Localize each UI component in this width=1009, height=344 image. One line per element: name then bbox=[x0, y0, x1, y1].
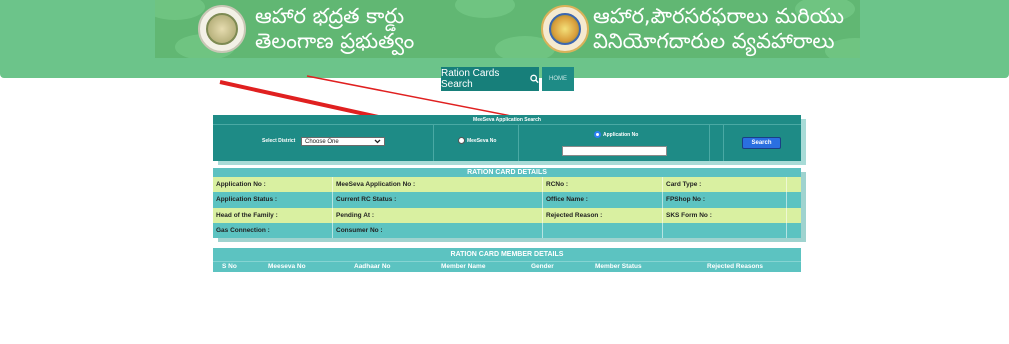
table-row: Application No : MeeSeva Application No … bbox=[213, 177, 801, 193]
details-cell bbox=[787, 208, 801, 223]
details-cell bbox=[787, 223, 801, 238]
details-cell: SKS Form No : bbox=[663, 207, 787, 223]
details-cell bbox=[663, 222, 787, 238]
member-details-title: RATION CARD MEMBER DETAILS bbox=[213, 248, 801, 262]
header-banner: ఆహార భద్రత కార్డు తెలంగాణ ప్రభుత్వం ఆహార… bbox=[155, 0, 860, 58]
search-panel-heading: MeeSeva Application Search bbox=[213, 115, 801, 125]
column-header: Gender bbox=[531, 263, 554, 270]
ration-card-details-table: RATION CARD DETAILS Application No : Mee… bbox=[213, 168, 801, 238]
table-row: Head of the Family : Pending At : Reject… bbox=[213, 207, 801, 223]
column-header: Meeseva No bbox=[268, 263, 306, 270]
search-button[interactable]: Search bbox=[742, 137, 781, 149]
details-cell bbox=[543, 222, 663, 238]
district-select[interactable]: Choose One bbox=[301, 137, 385, 146]
meeseva-no-radio[interactable] bbox=[458, 137, 465, 144]
details-cell: Rejected Reason : bbox=[543, 207, 663, 223]
details-cell: Card Type : bbox=[663, 177, 787, 193]
application-no-input[interactable] bbox=[562, 146, 667, 156]
right-title-line2: వినియోగదారుల వ్యవహారాలు bbox=[593, 29, 835, 53]
table-row: Application Status : Current RC Status :… bbox=[213, 192, 801, 208]
civil-supplies-logo-icon bbox=[541, 5, 589, 53]
details-cell: Office Name : bbox=[543, 192, 663, 208]
details-title: RATION CARD DETAILS bbox=[213, 168, 801, 177]
left-title-line1: ఆహార భద్రత కార్డు bbox=[255, 4, 405, 28]
details-cell: FPShop No : bbox=[663, 192, 787, 208]
details-cell: Application No : bbox=[213, 177, 333, 193]
column-header: S No bbox=[222, 263, 237, 270]
details-cell: Head of the Family : bbox=[213, 207, 333, 223]
ration-cards-search-label: Ration Cards Search bbox=[441, 68, 500, 90]
application-no-radio-label: Application No bbox=[603, 132, 639, 138]
ration-cards-search-button[interactable]: Ration Cards Search bbox=[441, 67, 539, 91]
home-label: HOME bbox=[549, 76, 567, 82]
column-header: Aadhaar No bbox=[354, 263, 391, 270]
member-details-table: RATION CARD MEMBER DETAILS S No Meeseva … bbox=[213, 248, 801, 272]
telangana-state-emblem-icon bbox=[198, 5, 246, 53]
details-cell bbox=[787, 177, 801, 192]
column-header: Member Name bbox=[441, 263, 486, 270]
details-cell: RCNo : bbox=[543, 177, 663, 193]
table-row: Gas Connection : Consumer No : bbox=[213, 222, 801, 238]
search-icon bbox=[530, 74, 539, 84]
chevron-down-icon bbox=[374, 139, 381, 144]
column-header: Rejected Reasons bbox=[707, 263, 763, 270]
member-table-header-row: S No Meeseva No Aadhaar No Member Name G… bbox=[213, 262, 801, 272]
details-cell: Pending At : bbox=[333, 207, 543, 223]
meeseva-no-radio-label: MeeSeva No bbox=[467, 138, 497, 144]
details-cell: Application Status : bbox=[213, 192, 333, 208]
details-cell bbox=[787, 192, 801, 207]
left-title-line2: తెలంగాణ ప్రభుత్వం bbox=[255, 29, 415, 53]
details-cell: Consumer No : bbox=[333, 222, 543, 238]
home-button[interactable]: HOME bbox=[542, 67, 574, 91]
details-cell: MeeSeva Application No : bbox=[333, 177, 543, 193]
details-cell: Current RC Status : bbox=[333, 192, 543, 208]
right-title-line1: ఆహార,పౌరసరఫరాలు మరియు bbox=[593, 4, 844, 28]
details-cell: Gas Connection : bbox=[213, 222, 333, 238]
district-selected-value: Choose One bbox=[305, 138, 339, 145]
application-no-radio[interactable] bbox=[594, 131, 601, 138]
column-header: Member Status bbox=[595, 263, 642, 270]
